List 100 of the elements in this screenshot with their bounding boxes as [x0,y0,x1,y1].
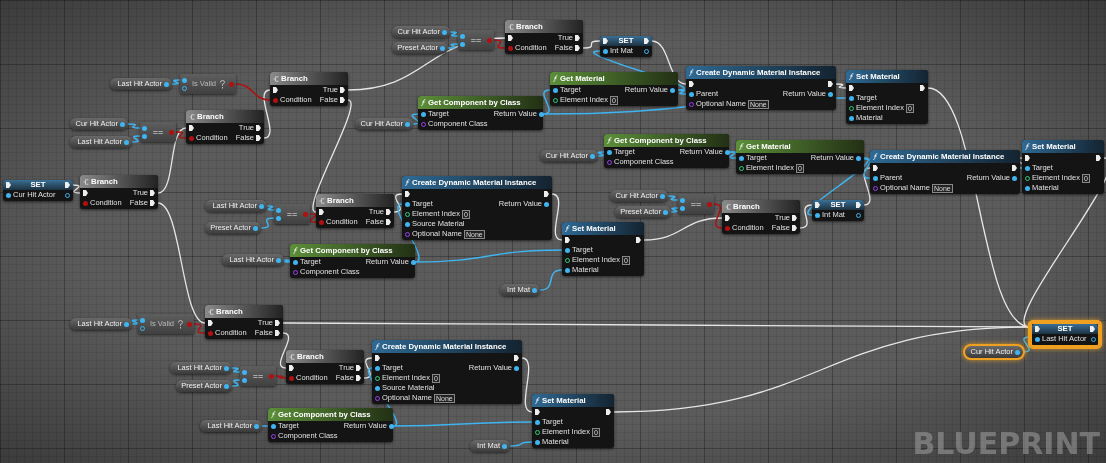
data-pin-icon[interactable] [271,423,276,429]
data-pin-icon[interactable] [410,259,416,265]
data-pin-icon[interactable] [873,175,878,181]
data-pin-icon[interactable] [460,41,465,47]
exec-pin-icon[interactable] [1090,326,1095,332]
data-pin-icon[interactable] [405,221,410,227]
data-pin-icon[interactable] [1012,175,1017,181]
data-pin-icon[interactable] [565,267,570,273]
data-pin-icon[interactable] [421,111,426,117]
data-pin-icon[interactable] [680,205,685,211]
operator-label: == [251,371,265,381]
exec-pin-icon[interactable] [356,365,361,371]
data-pin-icon[interactable] [553,87,558,93]
bool-pin-icon[interactable] [289,375,294,381]
exec-pin-icon[interactable] [535,409,540,415]
bool-pin-icon[interactable] [273,97,278,103]
exec-pin-icon[interactable] [606,409,611,415]
exec-pin-icon[interactable] [828,81,833,87]
data-pin-icon[interactable] [405,201,410,207]
exec-pin-icon[interactable] [575,35,580,41]
exec-pin-icon[interactable] [856,202,861,208]
exec-pin-icon[interactable] [189,125,194,131]
bool-pin-icon[interactable] [189,135,194,141]
exec-pin-icon[interactable] [544,191,549,197]
exec-pin-icon[interactable] [273,87,278,93]
data-pin-icon[interactable] [849,115,854,121]
exec-pin-icon[interactable] [405,191,410,197]
exec-pin-icon[interactable] [386,219,391,225]
data-pin-icon[interactable] [815,212,820,218]
exec-pin-icon[interactable] [256,125,261,131]
exec-pin-icon[interactable] [508,35,513,41]
exec-pin-icon[interactable] [386,209,391,215]
data-pin-icon[interactable] [142,133,147,139]
data-pin-icon[interactable] [670,87,675,93]
exec-pin-icon[interactable] [150,190,155,196]
exec-pin-icon[interactable] [275,320,280,326]
data-pin-icon[interactable] [538,111,544,117]
exec-pin-icon[interactable] [65,182,70,188]
branch-icon [319,197,325,204]
exec-pin-icon[interactable] [575,45,580,51]
exec-pin-icon[interactable] [208,320,213,326]
exec-pin-icon[interactable] [289,365,294,371]
compare-node[interactable]: == [458,30,494,50]
exec-pin-icon[interactable] [1025,155,1030,161]
data-pin-icon[interactable] [689,91,694,97]
exec-pin-icon[interactable] [644,38,649,44]
data-pin-icon[interactable] [1035,336,1040,342]
exec-pin-icon[interactable] [375,355,380,361]
data-pin-icon[interactable] [1025,165,1030,171]
exec-pin-icon[interactable] [920,85,925,91]
compare-node[interactable]: == [678,194,714,214]
bool-pin-icon[interactable] [725,225,730,231]
exec-pin-icon[interactable] [514,355,519,361]
compare-node[interactable]: == [140,122,176,142]
bool-pin-icon[interactable] [208,330,213,336]
exec-pin-icon[interactable] [636,237,641,243]
exec-pin-icon[interactable] [340,87,345,93]
exec-pin-icon[interactable] [150,200,155,206]
data-pin-icon[interactable] [388,423,394,429]
data-pin-icon[interactable] [242,377,247,383]
exec-pin-icon[interactable] [1096,155,1101,161]
data-pin-icon[interactable] [375,365,380,371]
exec-pin-icon[interactable] [1035,326,1040,332]
exec-pin-icon[interactable] [689,81,694,87]
data-pin-icon[interactable] [828,91,833,97]
data-pin-icon[interactable] [293,259,298,265]
exec-pin-icon[interactable] [356,375,361,381]
exec-pin-icon[interactable] [603,38,608,44]
bool-pin-icon[interactable] [83,200,88,206]
bool-pin-icon[interactable] [319,219,324,225]
data-pin-icon[interactable] [6,192,11,198]
data-pin-icon[interactable] [724,149,730,155]
exec-pin-icon[interactable] [6,182,11,188]
data-pin-icon[interactable] [514,365,519,371]
exec-pin-icon[interactable] [849,85,854,91]
exec-pin-icon[interactable] [256,135,261,141]
compare-node[interactable]: == [274,204,310,224]
exec-pin-icon[interactable] [792,215,797,221]
exec-pin-icon[interactable] [83,190,88,196]
function-icon [689,69,694,76]
exec-pin-icon[interactable] [815,202,820,208]
data-pin-icon[interactable] [375,385,380,391]
exec-pin-icon[interactable] [792,225,797,231]
bool-pin-icon[interactable] [508,45,513,51]
compare-node[interactable]: == [240,366,276,386]
exec-pin-icon[interactable] [565,237,570,243]
exec-pin-icon[interactable] [319,209,324,215]
data-pin-icon[interactable] [535,439,540,445]
exec-pin-icon[interactable] [725,215,730,221]
data-pin-icon[interactable] [544,201,549,207]
data-wire [266,205,275,211]
data-pin-icon[interactable] [603,48,608,54]
exec-pin-icon[interactable] [340,97,345,103]
data-pin-icon[interactable] [535,419,540,425]
data-pin-icon[interactable] [849,95,854,101]
data-pin-icon[interactable] [607,149,612,155]
data-pin-icon[interactable] [1025,185,1030,191]
data-pin-icon[interactable] [565,247,570,253]
exec-pin-icon[interactable] [275,330,280,336]
data-pin-icon[interactable] [276,215,281,221]
